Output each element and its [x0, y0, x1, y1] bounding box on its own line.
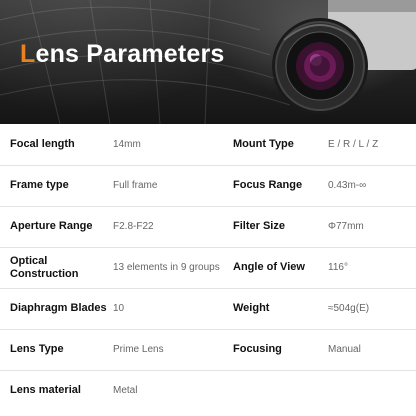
spec-row: Lens material Metal [0, 370, 416, 411]
hero-banner: Lens Parameters [0, 0, 416, 124]
spec-label: Mount Type [233, 138, 294, 150]
spec-label: Angle of View [233, 261, 305, 273]
spec-label: Lens material [10, 384, 81, 396]
spec-row: Frame type Full frame Focus Range 0.43m-… [0, 165, 416, 207]
spec-row: Lens Type Prime Lens Focusing Manual [0, 329, 416, 371]
spec-value: 10 [113, 302, 125, 314]
spec-row: Diaphragm Blades 10 Weight ≈504g(E) [0, 288, 416, 330]
spec-value: E / R / L / Z [328, 138, 379, 150]
spec-value: Full frame [113, 179, 158, 191]
spec-value: F2.8-F22 [113, 220, 154, 232]
spec-label: Focus Range [233, 179, 303, 191]
spec-label: Diaphragm Blades [10, 302, 107, 314]
spec-value: Prime Lens [113, 343, 164, 355]
title-accent-letter: L [20, 40, 36, 68]
spec-value: ≈504g(E) [328, 302, 370, 314]
spec-value: 116° [328, 261, 348, 273]
spec-table: Focal length 14mm Mount Type E / R / L /… [0, 124, 416, 416]
title-rest: ens Parameters [35, 40, 225, 68]
spec-label: Filter Size [233, 220, 285, 232]
spec-row: Aperture Range F2.8-F22 Filter Size Φ77m… [0, 206, 416, 248]
spec-value: Φ77mm [328, 220, 364, 232]
spec-label: Focusing [233, 343, 282, 355]
spec-value: Manual [328, 343, 361, 355]
spec-value: 0.43m-∞ [328, 179, 367, 191]
camera-lens-image [272, 0, 416, 114]
spec-label: Focal length [10, 138, 75, 150]
spec-row: Focal length 14mm Mount Type E / R / L /… [0, 124, 416, 166]
spec-label: Lens Type [10, 343, 64, 355]
spec-value: 13 elements in 9 groups [113, 261, 220, 273]
spec-label: Aperture Range [10, 220, 93, 232]
spec-value: Metal [113, 384, 138, 396]
spec-label: Frame type [10, 179, 69, 191]
page-title: Lens Parameters [20, 40, 225, 69]
spec-label: Weight [233, 302, 270, 314]
spec-label: Optical Construction [10, 254, 79, 280]
spec-value: 14mm [113, 138, 141, 150]
spec-row: Optical Construction 13 elements in 9 gr… [0, 247, 416, 289]
